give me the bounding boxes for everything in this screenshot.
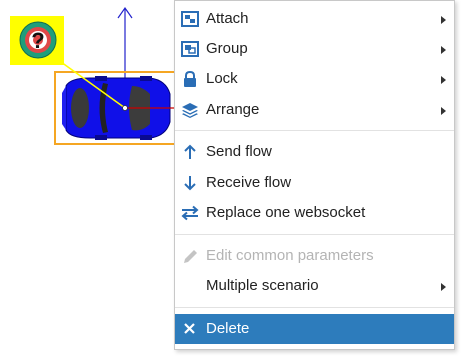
menu-item-group[interactable]: Group	[175, 34, 454, 64]
lock-icon	[184, 71, 196, 87]
group-icon	[181, 41, 199, 57]
close-icon	[184, 323, 195, 334]
submenu-arrow-icon	[441, 76, 446, 84]
menu-item-replace-websocket[interactable]: Replace one websocket	[175, 198, 454, 228]
menu-item-label: Arrange	[206, 101, 260, 118]
menu-item-label: Multiple scenario	[206, 277, 319, 294]
arrow-down-icon	[184, 176, 196, 191]
menu-item-label: Edit common parameters	[206, 247, 374, 264]
menu-item-label: Send flow	[206, 143, 272, 160]
vehicle-origin-point	[122, 105, 128, 111]
menu-item-lock[interactable]: Lock	[175, 64, 454, 94]
submenu-arrow-icon	[441, 107, 446, 115]
pencil-icon	[184, 250, 197, 263]
menu-item-multiple-scenario[interactable]: Multiple scenario	[175, 271, 454, 301]
question-icon: ?	[31, 28, 44, 53]
menu-item-label: Group	[206, 40, 248, 57]
layers-icon	[182, 103, 198, 118]
menu-separator	[175, 307, 454, 308]
submenu-arrow-icon	[441, 283, 446, 291]
submenu-arrow-icon	[441, 16, 446, 24]
menu-item-label: Delete	[206, 320, 250, 337]
menu-item-delete[interactable]: Delete	[175, 314, 454, 344]
arrow-up-icon	[184, 144, 196, 159]
menu-item-label: Attach	[206, 10, 249, 27]
help-badge[interactable]: ?	[10, 16, 64, 65]
menu-separator	[175, 130, 454, 131]
menu-item-attach[interactable]: Attach	[175, 4, 454, 34]
submenu-arrow-icon	[441, 46, 446, 54]
menu-item-label: Receive flow	[206, 174, 292, 191]
context-menu: Attach Group Lock Arrange Send flow Rece…	[174, 0, 455, 350]
menu-item-arrange[interactable]: Arrange	[175, 95, 454, 125]
menu-item-label: Replace one websocket	[206, 204, 366, 221]
menu-item-receive-flow[interactable]: Receive flow	[175, 168, 454, 198]
menu-item-edit-common-parameters: Edit common parameters	[175, 241, 454, 271]
swap-icon	[181, 205, 199, 221]
menu-separator	[175, 234, 454, 235]
menu-item-label: Lock	[206, 70, 238, 87]
attach-icon	[181, 11, 199, 27]
menu-item-send-flow[interactable]: Send flow	[175, 137, 454, 167]
